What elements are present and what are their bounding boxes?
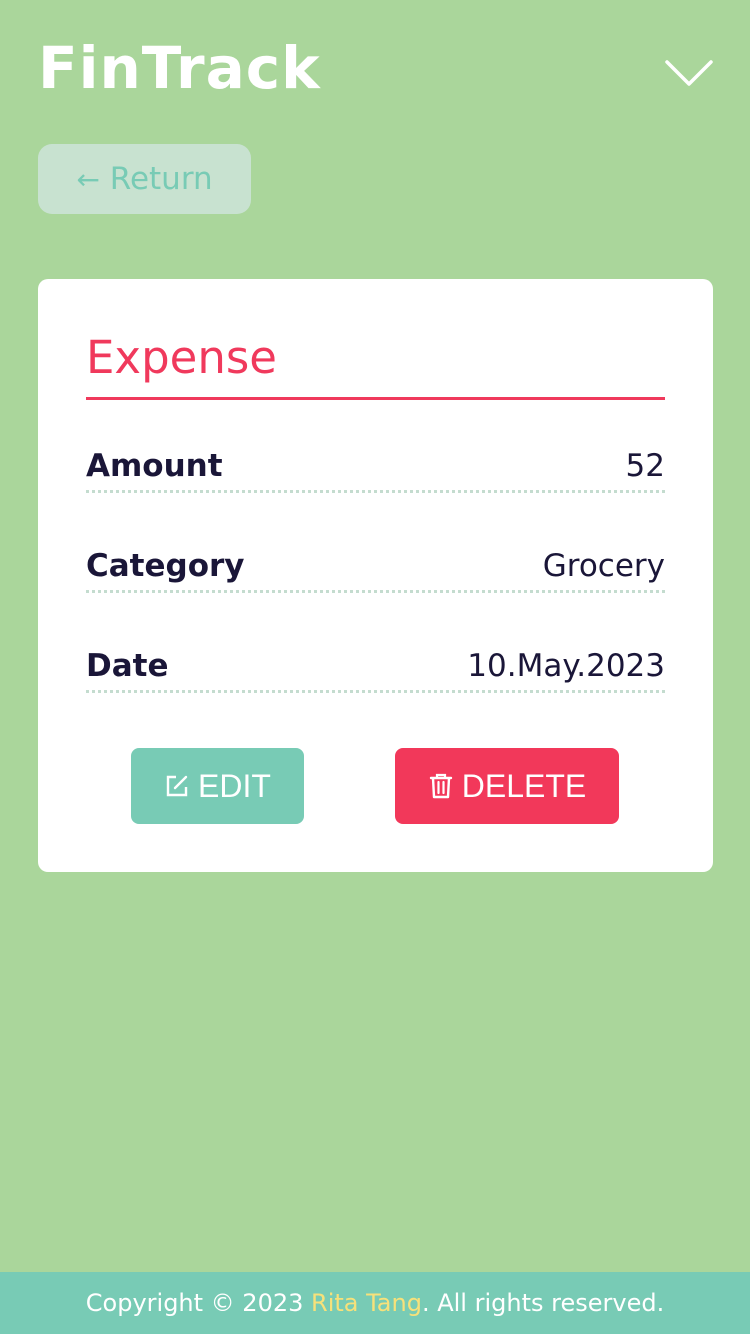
- record-card: Expense Amount 52 Category Grocery Date …: [38, 279, 713, 872]
- delete-button[interactable]: DELETE: [395, 748, 619, 824]
- author-link[interactable]: Rita Tang: [311, 1289, 422, 1317]
- field-label: Amount: [86, 448, 223, 484]
- record-title: Expense: [86, 329, 665, 400]
- field-row-amount: Amount 52: [86, 442, 665, 493]
- field-row-category: Category Grocery: [86, 542, 665, 593]
- field-value: 52: [625, 448, 665, 484]
- brand-logo[interactable]: FinTrack: [38, 30, 321, 106]
- field-row-date: Date 10.May.2023: [86, 642, 665, 693]
- delete-label: DELETE: [461, 767, 587, 804]
- trash-icon: [429, 773, 452, 799]
- return-label: Return: [109, 161, 213, 197]
- app-header: FinTrack: [0, 0, 750, 130]
- field-label: Date: [86, 648, 169, 684]
- field-label: Category: [86, 548, 245, 584]
- chevron-down-icon[interactable]: [664, 56, 714, 90]
- footer: Copyright © 2023 Rita Tang . All rights …: [0, 1272, 750, 1334]
- field-value: Grocery: [542, 548, 665, 584]
- edit-button[interactable]: EDIT: [131, 748, 304, 824]
- copyright-suffix: . All rights reserved.: [421, 1289, 665, 1317]
- edit-label: EDIT: [198, 767, 271, 804]
- copyright-prefix: Copyright © 2023: [85, 1289, 312, 1317]
- arrow-left-icon: ←: [76, 162, 100, 196]
- edit-icon: [166, 775, 188, 797]
- return-button[interactable]: ← Return: [38, 144, 251, 214]
- field-value: 10.May.2023: [467, 648, 665, 684]
